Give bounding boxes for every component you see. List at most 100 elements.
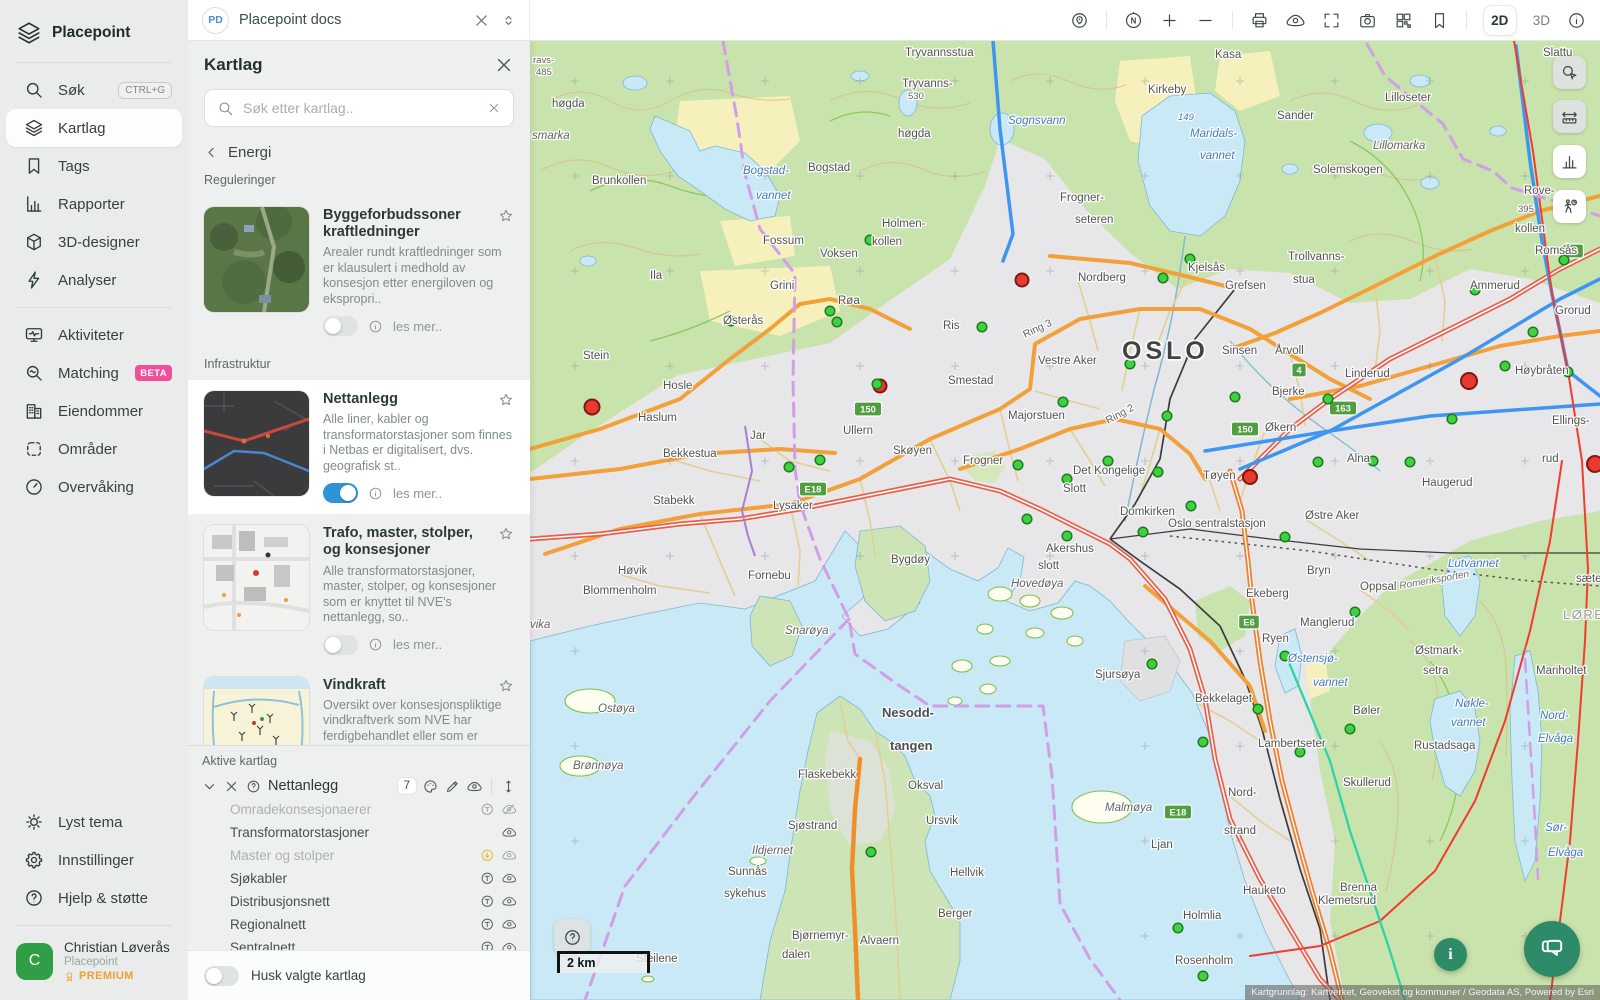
style-pen-icon[interactable] [445, 779, 460, 794]
sublayer-row-sj-kabler[interactable]: Sjøkabler [202, 867, 516, 890]
eye-icon[interactable] [502, 871, 517, 886]
transformer-marker-green[interactable] [1447, 414, 1457, 424]
layer-info-icon[interactable] [246, 779, 261, 794]
close-icon[interactable] [473, 12, 490, 29]
layer-card-trafo-master-stolper-og-konsesjoner[interactable]: Trafo, master, stolper, og konsesjoner A… [188, 514, 530, 665]
sidebar-item-eiendommer[interactable]: Eiendommer [6, 392, 182, 430]
sidebar-item-analyser[interactable]: Analyser [6, 261, 182, 299]
layer-card-nettanlegg[interactable]: Nettanlegg Alle liner, kabler og transfo… [188, 380, 530, 514]
read-more-link[interactable]: les mer.. [393, 486, 442, 501]
sidebar-item-overv-king[interactable]: Overvåking [6, 468, 182, 506]
sidebar-item-tags[interactable]: Tags [6, 147, 182, 185]
select-on-map-button[interactable] [1553, 56, 1586, 89]
transformer-marker-green[interactable] [832, 317, 842, 327]
transformer-marker-green[interactable] [1528, 327, 1538, 337]
chevron-down-icon[interactable] [202, 779, 217, 794]
bookmark-icon[interactable] [1430, 11, 1449, 30]
transformer-marker-green[interactable] [1162, 411, 1172, 421]
transformer-marker-green[interactable] [1313, 457, 1323, 467]
transformer-marker-green[interactable] [1158, 273, 1168, 283]
read-more-link[interactable]: les mer.. [393, 319, 442, 334]
sidebar-item-3d-designer[interactable]: 3D-designer [6, 223, 182, 261]
transformer-marker-green[interactable] [1253, 704, 1263, 714]
sidebar-item-hjelp-st-tte[interactable]: Hjelp & støtte [6, 879, 182, 917]
transformer-marker-green[interactable] [1153, 467, 1163, 477]
transformer-marker-green[interactable] [1350, 607, 1360, 617]
topographic-map[interactable]: 1501501634E18E18E6E6 TryvannsstuaTryvann… [530, 41, 1600, 1000]
eye-icon[interactable] [502, 917, 517, 932]
label-toggle-icon[interactable] [480, 802, 495, 817]
sidebar-item-s-k[interactable]: Søk CTRL+G [6, 71, 182, 109]
sidebar-item-aktiviteter[interactable]: Aktiviteter [6, 316, 182, 354]
layer-search-input[interactable] [243, 100, 478, 116]
zoom-out-icon[interactable] [1196, 11, 1215, 30]
transformer-marker-green[interactable] [1062, 531, 1072, 541]
transformer-marker-green[interactable] [866, 847, 876, 857]
layer-card-byggeforbudssoner-kraftledninger[interactable]: Byggeforbudssoner kraftledninger Arealer… [188, 196, 530, 347]
substation-marker-red[interactable] [1587, 456, 1600, 472]
eye-icon[interactable] [502, 894, 517, 909]
substation-marker-red[interactable] [585, 400, 600, 415]
info-icon[interactable] [368, 319, 383, 334]
star-icon[interactable] [498, 678, 514, 694]
clear-search-icon[interactable] [487, 101, 501, 115]
layer-card-vindkraft[interactable]: Vindkraft Oversikt over konsesjonsplikti… [188, 666, 530, 745]
chat-button[interactable] [1524, 921, 1580, 977]
palette-icon[interactable] [423, 779, 438, 794]
print-icon[interactable] [1250, 11, 1269, 30]
map-canvas[interactable]: 1501501634E18E18E6E6 TryvannsstuaTryvann… [530, 41, 1600, 1000]
travel-time-button[interactable] [1553, 190, 1586, 223]
mode-3d-button[interactable]: 3D [1533, 13, 1550, 28]
eye-icon[interactable] [502, 825, 517, 840]
transformer-marker-green[interactable] [1186, 501, 1196, 511]
camera-icon[interactable] [1358, 11, 1377, 30]
transformer-marker-green[interactable] [1198, 737, 1208, 747]
transformer-marker-green[interactable] [1230, 392, 1240, 402]
location-seal-icon[interactable] [1070, 11, 1089, 30]
substation-marker-red[interactable] [1243, 470, 1257, 484]
measure-button[interactable] [1553, 100, 1586, 133]
transformer-marker-green[interactable] [815, 455, 825, 465]
sublayer-row-regionalnett[interactable]: Regionalnett [202, 913, 516, 936]
transformer-marker-green[interactable] [1022, 514, 1032, 524]
sublayer-row-omradekonsesjonaerer[interactable]: Omradekonsesjonaerer [202, 798, 516, 821]
transformer-marker-green[interactable] [1173, 923, 1183, 933]
map-help-button[interactable] [554, 919, 590, 955]
close-panel-icon[interactable] [494, 55, 514, 75]
label-toggle-icon[interactable] [480, 894, 495, 909]
transformer-marker-green[interactable] [1138, 527, 1148, 537]
substation-marker-red[interactable] [1016, 274, 1029, 287]
reorder-icon[interactable] [501, 779, 516, 794]
sidebar-item-rapporter[interactable]: Rapporter [6, 185, 182, 223]
sidebar-item-lyst-tema[interactable]: Lyst tema [6, 803, 182, 841]
label-toggle-icon[interactable] [480, 917, 495, 932]
read-more-link[interactable]: les mer.. [393, 637, 442, 652]
remember-layers-toggle[interactable] [204, 966, 239, 986]
layer-toggle[interactable] [323, 483, 358, 503]
transformer-marker-green[interactable] [1058, 397, 1068, 407]
transformer-marker-green[interactable] [784, 462, 794, 472]
transformer-marker-green[interactable] [977, 322, 987, 332]
mode-2d-button[interactable]: 2D [1484, 6, 1516, 35]
sublayer-row-master-og-stolper[interactable]: Master og stolper [202, 844, 516, 867]
sidebar-item-innstillinger[interactable]: Innstillinger [6, 841, 182, 879]
star-icon[interactable] [498, 526, 514, 542]
statistics-button[interactable] [1553, 145, 1586, 178]
info-icon[interactable] [368, 637, 383, 652]
breadcrumb-back[interactable]: Energi [204, 144, 514, 161]
transformer-marker-green[interactable] [1500, 361, 1510, 371]
zoom-level-warning-icon[interactable] [480, 848, 495, 863]
sort-icon[interactable] [500, 12, 517, 29]
star-icon[interactable] [498, 392, 514, 408]
transformer-marker-green[interactable] [1280, 532, 1290, 542]
transformer-marker-green[interactable] [1323, 394, 1333, 404]
transformer-marker-green[interactable] [1405, 457, 1415, 467]
info-button[interactable]: i [1434, 938, 1467, 971]
compass-north-icon[interactable]: N [1124, 11, 1143, 30]
sidebar-item-matching[interactable]: Matching BETA [6, 354, 182, 392]
eye-icon[interactable] [467, 779, 482, 794]
user-profile[interactable]: C Christian Løverås Placepoint PREMIUM [0, 928, 188, 992]
qr-grid-icon[interactable] [1394, 11, 1413, 30]
info-icon[interactable] [1567, 11, 1586, 30]
star-icon[interactable] [498, 208, 514, 224]
